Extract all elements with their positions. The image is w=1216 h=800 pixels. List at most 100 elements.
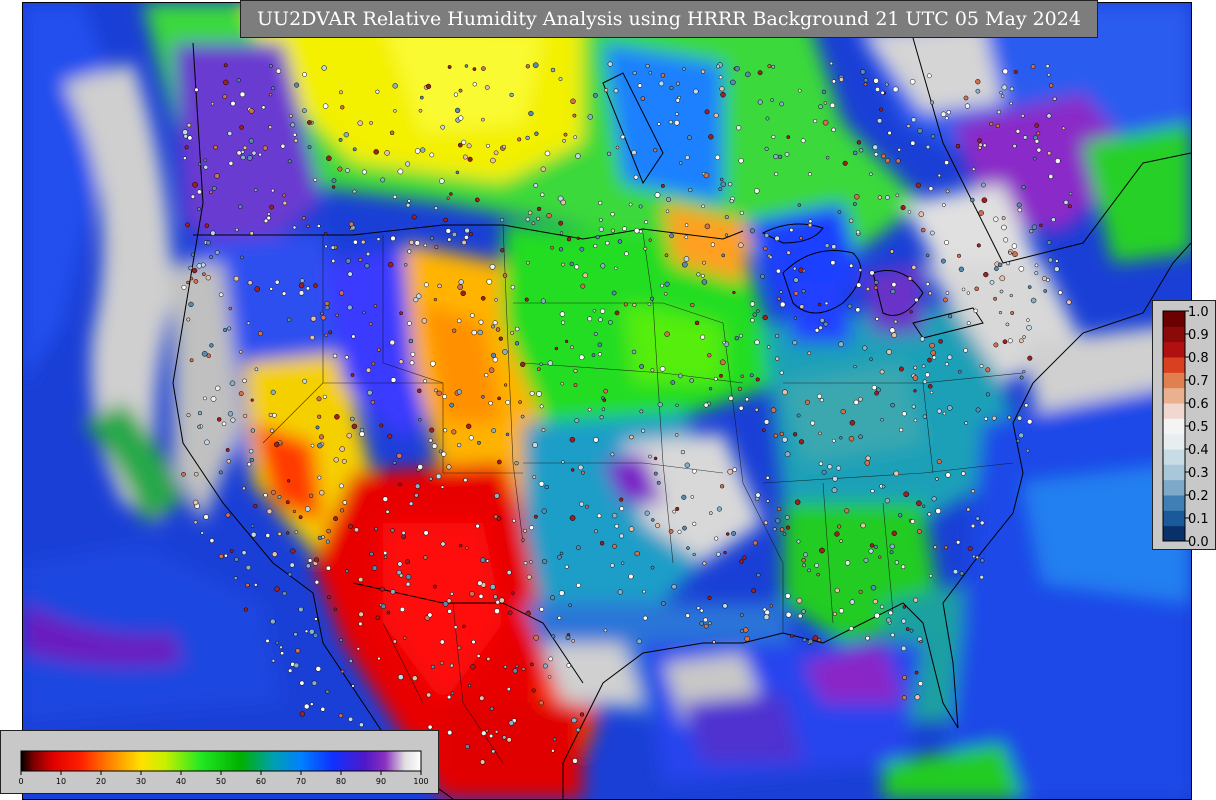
station-marker — [301, 216, 306, 221]
station-marker — [738, 242, 744, 248]
station-marker — [839, 539, 843, 543]
station-marker — [955, 143, 961, 149]
station-marker — [1061, 126, 1066, 130]
station-marker — [463, 477, 468, 483]
station-marker — [376, 347, 381, 352]
station-marker — [675, 98, 681, 103]
station-marker — [190, 194, 196, 199]
error-colorbar-tick: 0.7 — [1188, 374, 1209, 389]
station-marker — [317, 442, 323, 449]
station-marker — [631, 349, 637, 355]
station-marker — [445, 228, 451, 234]
station-marker — [531, 688, 536, 693]
station-marker — [1047, 151, 1052, 156]
station-marker — [451, 429, 457, 435]
station-marker — [838, 341, 844, 348]
station-marker — [380, 603, 387, 610]
station-marker — [358, 611, 364, 617]
station-marker — [390, 235, 396, 242]
station-marker — [313, 557, 320, 563]
station-marker — [824, 243, 830, 248]
station-marker — [685, 613, 690, 618]
station-marker — [299, 278, 305, 283]
station-marker — [227, 326, 232, 331]
station-marker — [813, 119, 818, 124]
station-marker — [418, 417, 422, 422]
station-marker — [373, 149, 379, 155]
station-marker — [702, 260, 707, 265]
station-marker — [993, 216, 999, 222]
station-marker — [200, 531, 204, 535]
station-marker — [909, 310, 913, 314]
station-marker — [703, 617, 708, 623]
station-marker — [505, 399, 511, 405]
station-marker — [506, 687, 511, 692]
station-marker — [668, 528, 674, 534]
station-marker — [423, 555, 428, 560]
station-marker — [190, 252, 195, 257]
station-marker — [298, 515, 303, 520]
station-marker — [922, 414, 927, 419]
station-marker — [318, 434, 325, 440]
rh-map-canvas — [23, 3, 1191, 799]
station-marker — [993, 342, 999, 348]
station-marker — [465, 546, 469, 550]
rh-analysis-map — [22, 2, 1192, 800]
station-marker — [991, 415, 997, 421]
station-marker — [418, 108, 423, 113]
station-marker — [371, 361, 376, 366]
station-marker — [253, 503, 258, 509]
station-marker — [390, 589, 396, 595]
station-marker — [1046, 278, 1050, 282]
station-marker — [773, 433, 779, 439]
station-marker — [507, 610, 513, 616]
station-marker — [944, 116, 949, 121]
station-marker — [853, 193, 860, 200]
station-marker — [751, 588, 757, 594]
station-marker — [653, 148, 658, 153]
station-marker — [893, 319, 898, 324]
station-marker — [326, 528, 331, 534]
station-marker — [359, 431, 365, 437]
station-marker — [790, 634, 794, 638]
station-marker — [271, 551, 278, 557]
station-marker — [338, 713, 344, 718]
station-marker — [781, 436, 788, 443]
station-marker — [873, 78, 879, 84]
station-marker — [361, 169, 367, 175]
station-marker — [892, 86, 899, 93]
station-marker — [834, 587, 840, 593]
station-marker — [628, 202, 633, 207]
station-marker — [739, 210, 744, 215]
station-marker — [868, 548, 874, 554]
station-marker — [925, 144, 931, 150]
station-marker — [686, 135, 692, 141]
station-marker — [439, 660, 445, 666]
station-marker — [523, 561, 528, 565]
station-marker — [925, 253, 930, 258]
station-marker — [480, 557, 486, 563]
station-marker — [1045, 64, 1050, 69]
station-marker — [193, 520, 198, 525]
station-marker — [529, 525, 535, 531]
station-marker — [636, 638, 642, 644]
station-marker — [310, 702, 314, 706]
station-marker — [236, 150, 242, 156]
station-marker — [978, 210, 984, 216]
station-marker — [409, 360, 415, 366]
station-marker — [467, 683, 472, 688]
station-marker — [494, 608, 500, 614]
station-marker — [339, 638, 343, 642]
station-marker — [1034, 139, 1040, 144]
station-marker — [869, 543, 875, 548]
station-marker — [1003, 237, 1009, 243]
station-marker — [774, 235, 780, 242]
station-marker — [205, 240, 211, 246]
station-marker — [311, 680, 318, 686]
station-marker — [742, 555, 747, 560]
station-marker — [224, 553, 228, 558]
station-marker — [452, 328, 457, 333]
station-marker — [558, 590, 565, 596]
station-marker — [643, 246, 648, 251]
station-marker — [963, 95, 969, 101]
